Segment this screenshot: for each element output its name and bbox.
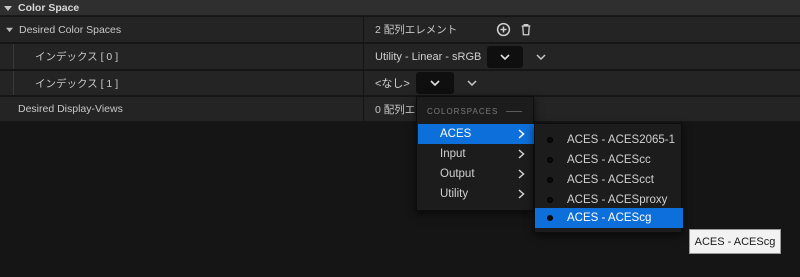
- submenu-item-aces2065-1[interactable]: ACES - ACES2065-1: [535, 130, 683, 150]
- property-row-desired-color-spaces: Desired Color Spaces 2 配列エレメント: [0, 17, 800, 43]
- submenu-item-acescg[interactable]: ACES - ACEScg: [535, 208, 683, 228]
- aces-submenu: ACES - ACES2065-1 ACES - ACEScc ACES - A…: [534, 123, 683, 233]
- tooltip-text: ACES - ACEScg: [694, 235, 776, 248]
- property-label: インデックス [ 0 ]: [35, 51, 119, 63]
- submenu-item-acescc[interactable]: ACES - ACEScc: [535, 150, 683, 170]
- chevron-right-icon: [518, 189, 525, 199]
- radio-dot-icon: [547, 197, 553, 203]
- chevron-down-icon: [430, 80, 440, 86]
- chevron-right-icon: [518, 169, 525, 179]
- menu-item-aces[interactable]: ACES: [418, 124, 534, 144]
- combo-dropdown-button[interactable]: [487, 45, 524, 68]
- radio-dot-icon: [547, 177, 553, 183]
- property-label: Desired Display-Views: [18, 103, 123, 115]
- plus-circle-icon: [496, 22, 510, 37]
- property-label: インデックス [ 1 ]: [35, 77, 119, 90]
- submenu-item-acescct[interactable]: ACES - ACEScct: [535, 170, 683, 190]
- chevron-down-icon: [536, 53, 546, 60]
- chevron-right-icon: [518, 129, 525, 139]
- menu-item-label: Utility: [440, 188, 469, 200]
- radio-dot-icon: [547, 215, 553, 221]
- menu-header-label: COLORSPACES: [427, 107, 499, 116]
- expand-options-button[interactable]: [536, 53, 546, 60]
- property-row-index-1: インデックス [ 1 ] <なし>: [0, 71, 800, 96]
- combo-dropdown-button[interactable]: [415, 72, 454, 94]
- add-element-button[interactable]: [495, 22, 511, 38]
- combo-value[interactable]: Utility - Linear - sRGB: [375, 51, 481, 63]
- section-title: Color Space: [18, 1, 80, 14]
- tooltip: ACES - ACEScg: [689, 229, 781, 254]
- expand-options-button[interactable]: [467, 80, 477, 86]
- menu-item-label: Output: [440, 168, 475, 180]
- trash-icon: [521, 24, 531, 36]
- array-count: 2 配列エレメント: [375, 24, 458, 36]
- property-label: Desired Color Spaces: [19, 23, 122, 36]
- combo-value[interactable]: <なし>: [375, 75, 410, 91]
- radio-dot-icon: [547, 137, 553, 143]
- menu-item-utility[interactable]: Utility: [418, 184, 534, 204]
- triangle-down-icon[interactable]: [4, 4, 12, 12]
- colorspace-menu: COLORSPACES ACES Input Output Utility: [416, 96, 534, 211]
- clear-elements-button[interactable]: [518, 22, 534, 38]
- submenu-item-label: ACES - ACEScg: [567, 212, 652, 224]
- triangle-down-icon[interactable]: [6, 26, 13, 33]
- chevron-down-icon: [467, 80, 477, 86]
- radio-dot-icon: [547, 157, 553, 163]
- chevron-down-icon: [500, 53, 510, 60]
- menu-item-label: Input: [440, 148, 466, 160]
- menu-item-label: ACES: [440, 128, 472, 140]
- submenu-item-label: ACES - ACEScc: [567, 154, 651, 166]
- menu-item-output[interactable]: Output: [418, 164, 534, 184]
- submenu-item-label: ACES - ACES2065-1: [567, 134, 676, 146]
- menu-header: COLORSPACES: [427, 107, 523, 116]
- property-row-index-0: インデックス [ 0 ] Utility - Linear - sRGB: [0, 44, 800, 70]
- property-row-desired-display-views: Desired Display-Views 0 配列エレ: [0, 97, 800, 122]
- section-header-color-space[interactable]: Color Space: [0, 0, 800, 16]
- submenu-item-label: ACES - ACEScct: [567, 174, 654, 186]
- chevron-right-icon: [518, 149, 525, 159]
- submenu-item-acesproxy[interactable]: ACES - ACESproxy: [535, 190, 683, 210]
- submenu-item-label: ACES - ACESproxy: [567, 194, 668, 206]
- menu-item-input[interactable]: Input: [418, 144, 534, 164]
